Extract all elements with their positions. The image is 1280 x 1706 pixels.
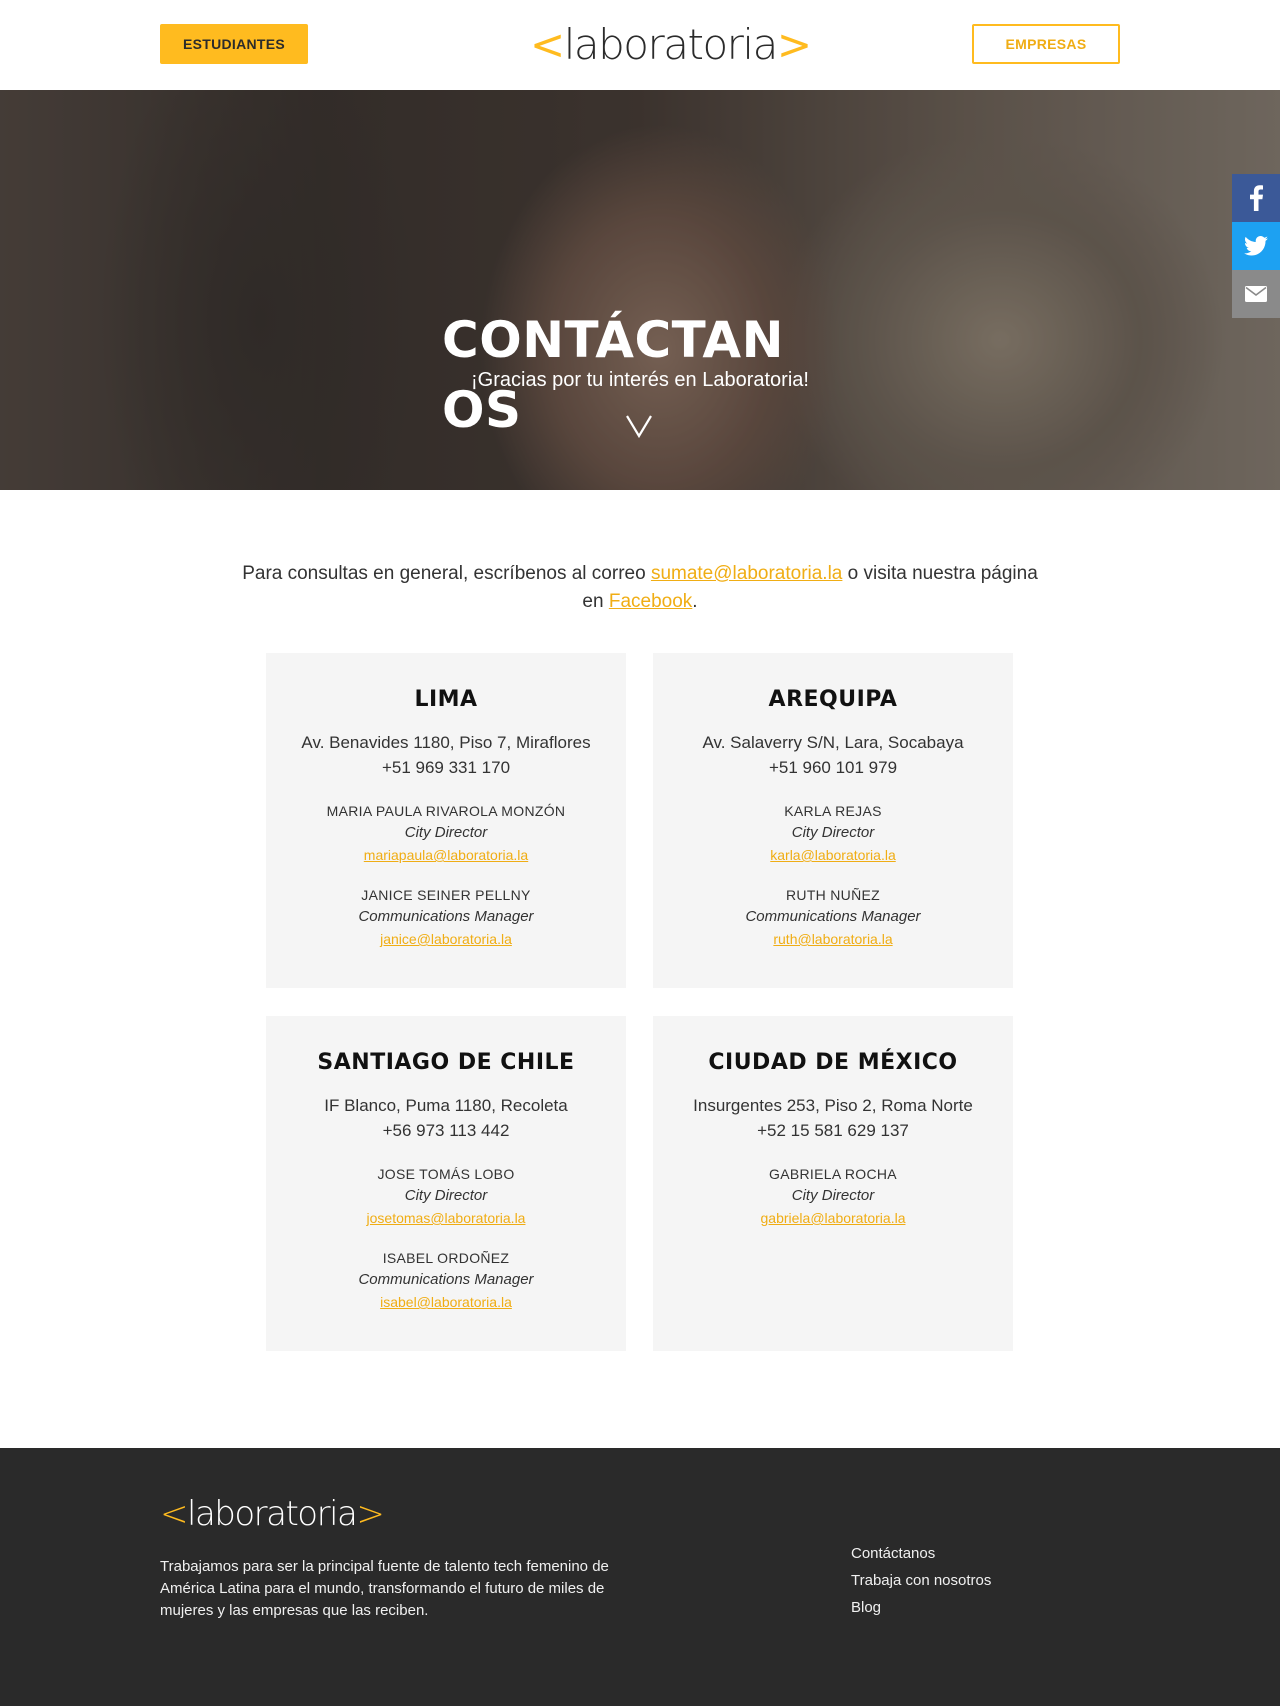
contact-name: MARIA PAULA RIVAROLA MONZÓN: [326, 803, 566, 819]
office-phone: +56 973 113 442: [382, 1121, 510, 1140]
general-email-link[interactable]: sumate@laboratoria.la: [651, 563, 842, 584]
office-contact: MARIA PAULA RIVAROLA MONZÓN City Directo…: [266, 800, 626, 866]
site-footer: <laboratoria> Trabajamos para ser la pri…: [0, 1448, 1280, 1706]
office-phone: +51 960 101 979: [768, 758, 898, 777]
contact-email-link[interactable]: karla@laboratoria.la: [770, 847, 896, 863]
contact-name: ISABEL ORDOÑEZ: [382, 1250, 510, 1266]
contact-email-link[interactable]: gabriela@laboratoria.la: [761, 1210, 906, 1226]
contact-role: Communications Manager: [358, 908, 534, 925]
office-contact: KARLA REJAS City Director karla@laborato…: [653, 800, 1013, 866]
contact-name: GABRIELA ROCHA: [769, 1166, 897, 1182]
logo-open-bracket: <: [530, 19, 565, 69]
facebook-icon[interactable]: [1232, 174, 1280, 222]
envelope-icon[interactable]: [1232, 270, 1280, 318]
chevron-down-icon[interactable]: [624, 410, 654, 440]
office-contact: JOSE TOMÁS LOBO City Director josetomas@…: [266, 1163, 626, 1229]
office-contact: JANICE SEINER PELLNY Communications Mana…: [266, 884, 626, 950]
hero-banner: CONTÁCTANOS ¡Gracias por tu interés en L…: [0, 90, 1280, 490]
office-card-arequipa: AREQUIPA Av. Salaverry S/N, Lara, Socaba…: [653, 653, 1013, 988]
footer-link-blog[interactable]: Blog: [851, 1594, 991, 1621]
office-card-santiago: SANTIAGO DE CHILE IF Blanco, Puma 1180, …: [266, 1016, 626, 1351]
logo-text: laboratoria: [563, 19, 779, 69]
contact-name: JOSE TOMÁS LOBO: [377, 1166, 515, 1182]
office-card-lima: LIMA Av. Benavides 1180, Piso 7, Miraflo…: [266, 653, 626, 988]
companies-button[interactable]: EMPRESAS: [972, 24, 1120, 64]
logo-open-bracket: <: [160, 1494, 189, 1534]
contact-email-link[interactable]: josetomas@laboratoria.la: [367, 1210, 526, 1226]
contact-role: Communications Manager: [745, 908, 921, 925]
office-address: Av. Benavides 1180, Piso 7, Miraflores: [301, 733, 591, 752]
office-city: AREQUIPA: [768, 687, 898, 712]
footer-link-jobs[interactable]: Trabaja con nosotros: [851, 1567, 991, 1594]
office-card-mexico: CIUDAD DE MÉXICO Insurgentes 253, Piso 2…: [653, 1016, 1013, 1351]
logo-close-bracket: >: [776, 19, 812, 69]
office-phone: +51 969 331 170: [381, 758, 511, 777]
contact-email-link[interactable]: mariapaula@laboratoria.la: [364, 847, 528, 863]
contact-intro: Para consultas en general, escríbenos al…: [240, 560, 1040, 616]
office-address: Av. Salaverry S/N, Lara, Socabaya: [702, 733, 964, 752]
site-logo[interactable]: < laboratoria >: [530, 19, 812, 69]
office-city: SANTIAGO DE CHILE: [317, 1050, 575, 1075]
contact-name: KARLA REJAS: [784, 803, 882, 819]
contact-email-link[interactable]: isabel@laboratoria.la: [380, 1294, 512, 1310]
footer-logo[interactable]: <laboratoria>: [160, 1494, 385, 1534]
office-city: CIUDAD DE MÉXICO: [708, 1050, 958, 1075]
hero-subtitle: ¡Gracias por tu interés en Laboratoria!: [471, 369, 809, 391]
contact-email-link[interactable]: ruth@laboratoria.la: [773, 931, 892, 947]
contact-role: City Director: [791, 824, 875, 841]
contact-role: City Director: [791, 1187, 875, 1204]
intro-text-after: .: [692, 591, 698, 612]
contact-role: City Director: [404, 824, 488, 841]
office-contact: RUTH NUÑEZ Communications Manager ruth@l…: [653, 884, 1013, 950]
students-button[interactable]: ESTUDIANTES: [160, 24, 308, 64]
logo-close-bracket: >: [356, 1494, 385, 1534]
facebook-page-link[interactable]: Facebook: [609, 591, 692, 612]
twitter-icon[interactable]: [1232, 222, 1280, 270]
office-address: IF Blanco, Puma 1180, Recoleta: [324, 1096, 568, 1115]
contact-role: Communications Manager: [358, 1271, 534, 1288]
logo-text: laboratoria: [187, 1494, 358, 1534]
office-city: LIMA: [414, 687, 478, 712]
footer-links: Contáctanos Trabaja con nosotros Blog: [851, 1540, 991, 1621]
office-address: Insurgentes 253, Piso 2, Roma Norte: [693, 1096, 973, 1115]
contact-email-link[interactable]: janice@laboratoria.la: [380, 931, 512, 947]
contact-name: RUTH NUÑEZ: [786, 887, 880, 903]
contact-role: City Director: [404, 1187, 488, 1204]
footer-link-contact[interactable]: Contáctanos: [851, 1540, 991, 1567]
site-header: ESTUDIANTES < laboratoria > EMPRESAS: [0, 0, 1280, 90]
footer-description: Trabajamos para ser la principal fuente …: [160, 1558, 609, 1619]
office-contact: ISABEL ORDOÑEZ Communications Manager is…: [266, 1247, 626, 1313]
intro-text-before: Para consultas en general, escríbenos al…: [242, 563, 651, 584]
office-phone: +52 15 581 629 137: [757, 1121, 909, 1140]
social-share-bar: [1232, 174, 1280, 318]
contact-name: JANICE SEINER PELLNY: [361, 887, 531, 903]
office-contact: GABRIELA ROCHA City Director gabriela@la…: [653, 1163, 1013, 1229]
